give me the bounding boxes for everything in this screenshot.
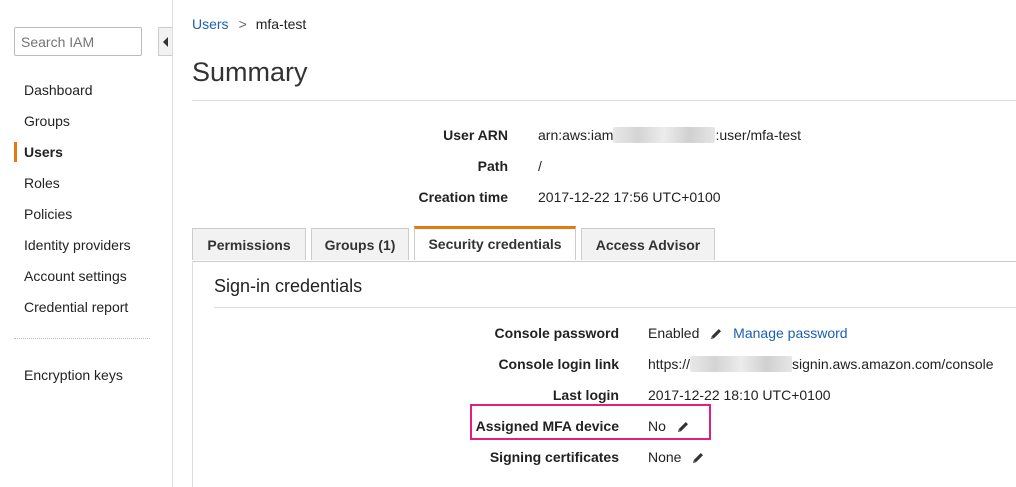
manage-password-link[interactable]: Manage password [733,325,847,341]
user-arn-value: arn:aws:iam:user/mfa-test [538,127,802,143]
signing-certificates-row: Signing certificates None [192,449,1016,473]
page-title: Summary [192,57,308,87]
mfa-highlight-box [470,404,711,440]
sidebar-item-groups[interactable]: Groups [0,109,171,140]
summary-path: Path / [192,158,1016,182]
creation-time-label: Creation time [418,189,508,205]
breadcrumb-current: mfa-test [255,16,307,32]
section-title-sign-in-credentials: Sign-in credentials [214,276,363,296]
caret-left-icon[interactable] [158,27,172,56]
breadcrumb-users-link[interactable]: Users [192,16,229,32]
console-password-row: Console password Enabled Manage password [192,325,1016,349]
signing-certificates-label: Signing certificates [489,449,619,465]
console-login-link-row: Console login link https://signin.aws.am… [192,356,1016,380]
tab-access-advisor[interactable]: Access Advisor [581,228,715,260]
console-login-link-label: Console login link [498,356,619,372]
section-divider [214,307,1016,308]
pencil-icon[interactable] [691,451,705,468]
sidebar-item-encryption-keys[interactable]: Encryption keys [0,363,171,394]
console-password-value: Enabled [648,325,700,341]
sidebar-item-identity-providers[interactable]: Identity providers [0,233,171,264]
sidebar-divider [14,338,150,339]
signing-certificates-value: None [648,449,682,465]
sidebar-item-users[interactable]: Users [0,140,171,171]
last-login-value: 2017-12-22 18:10 UTC+0100 [648,387,831,403]
redacted-account-alias [690,356,793,372]
sidebar-nav: Dashboard Groups Users Roles Policies Id… [0,78,171,326]
chevron-right-icon: > [238,16,247,32]
search-input[interactable] [14,27,142,56]
redacted-account-id [613,127,716,143]
summary-creation-time: Creation time 2017-12-22 17:56 UTC+0100 [192,189,1016,213]
path-label: Path [477,158,508,174]
pencil-icon[interactable] [709,327,723,344]
sidebar-item-credential-report[interactable]: Credential report [0,295,171,326]
tab-bar: Permissions Groups (1) Security credenti… [192,226,1016,262]
tab-security-credentials[interactable]: Security credentials [414,226,576,260]
last-login-label: Last login [552,387,619,403]
user-arn-label: User ARN [443,127,508,143]
sidebar-nav-bottom: Encryption keys [0,363,171,394]
console-password-label: Console password [494,325,619,341]
sidebar-item-dashboard[interactable]: Dashboard [0,78,171,109]
path-value: / [538,158,542,174]
tab-groups[interactable]: Groups (1) [311,228,409,260]
breadcrumb: Users > mfa-test [192,16,306,32]
creation-time-value: 2017-12-22 17:56 UTC+0100 [538,189,721,205]
console-login-link-value: https://signin.aws.amazon.com/console [648,356,994,372]
sidebar-item-roles[interactable]: Roles [0,171,171,202]
summary-user-arn: User ARN arn:aws:iam:user/mfa-test [192,127,1016,151]
title-divider [192,100,1016,101]
sidebar: Dashboard Groups Users Roles Policies Id… [0,0,173,487]
tab-permissions[interactable]: Permissions [192,228,306,260]
sidebar-item-account-settings[interactable]: Account settings [0,264,171,295]
sidebar-item-policies[interactable]: Policies [0,202,171,233]
